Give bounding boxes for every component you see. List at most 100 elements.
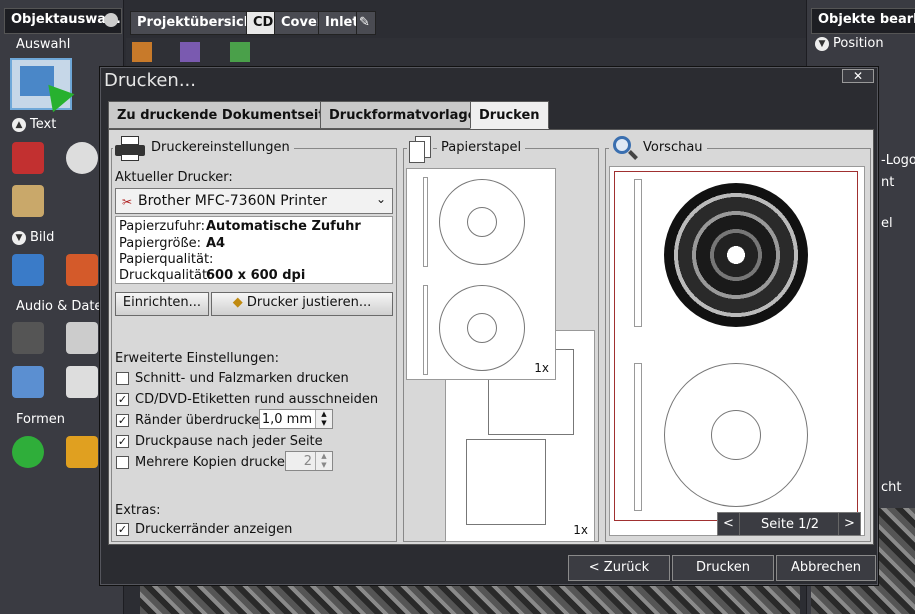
section-image[interactable]: ▼ Bild [12, 230, 54, 245]
tab-print-templates[interactable]: Druckformatvorlagen [320, 101, 495, 129]
sheet-2-count: 1x [573, 523, 588, 537]
preview-page [609, 166, 865, 536]
spin-arrows-icon[interactable]: ▲ ▼ [315, 410, 332, 428]
advanced-settings-title: Erweiterte Einstellungen: [115, 351, 279, 366]
shield-icon: ◆ [232, 295, 243, 310]
spin-arrows-icon[interactable]: ▲ ▼ [315, 452, 332, 470]
setup-button[interactable]: Einrichten... [115, 292, 209, 316]
copies-value: 2 [303, 454, 312, 469]
speech-bubble-shape-icon[interactable] [12, 436, 44, 468]
main-toolbar [126, 38, 806, 68]
paper-feed-label: Papierzufuhr: [119, 219, 206, 234]
headphones-icon[interactable] [12, 322, 44, 354]
section-audio: Audio & Datei [16, 299, 107, 314]
text-tool-icon[interactable] [12, 142, 44, 174]
paper-sheet-1[interactable]: 1x [406, 168, 556, 380]
print-quality-label: Druckqualität: [119, 268, 212, 283]
checkbox-crop-marks[interactable] [116, 372, 129, 385]
paper-feed-value: Automatische Zufuhr [206, 219, 361, 234]
new-tab-icon[interactable]: ✎ [356, 11, 376, 35]
add-object-icon[interactable] [230, 42, 250, 62]
paper-size-value: A4 [206, 236, 226, 251]
cd-label-image [664, 183, 808, 327]
sheet-1-strip-2 [423, 285, 428, 375]
edit-objects-header: Objekte bearbeit [811, 8, 915, 34]
calibrate-printer-button[interactable]: ◆ Drucker justieren... [211, 292, 393, 316]
paper-stack-title: Papierstapel [437, 140, 526, 155]
overprint-margins-label: Ränder überdrucken [135, 413, 268, 428]
print-tab-panel: Druckereinstellungen Aktueller Drucker: … [108, 129, 874, 545]
prev-page-button[interactable]: < [718, 513, 740, 535]
chevron-up-icon: ▲ [12, 117, 26, 132]
print-quality-value: 600 x 600 dpi [206, 268, 306, 283]
paper-quality-label: Papierqualität: [119, 252, 214, 267]
print-button[interactable]: Drucken [672, 555, 774, 581]
panel-pin-icon[interactable] [104, 13, 118, 27]
print-dialog: Drucken... ✕ Zu druckende Dokumentseiten… [99, 66, 879, 586]
multiple-copies-label: Mehrere Kopien drucken [135, 455, 294, 470]
margin-value: 1,0 mm [261, 412, 312, 427]
section-shapes: Formen [16, 412, 65, 427]
checkbox-overprint-margins[interactable]: ✓ [116, 414, 129, 427]
shapes-icon[interactable] [180, 42, 200, 62]
chevron-down-icon: ⌄ [375, 192, 386, 206]
image-tool-icon[interactable] [12, 254, 44, 286]
right-item-3: el [881, 216, 893, 231]
crop-marks-label: Schnitt- und Falzmarken drucken [135, 371, 349, 386]
close-icon[interactable]: ✕ [842, 69, 874, 83]
cd-outline-icon [664, 363, 808, 507]
cd-text-icon[interactable] [66, 142, 98, 174]
calibrate-label: Drucker justieren... [246, 295, 372, 310]
tab-print[interactable]: Drucken [470, 101, 549, 129]
right-item-4: cht [881, 480, 902, 495]
printer-icon [113, 134, 147, 162]
magnifier-icon [609, 134, 639, 164]
document-icon[interactable] [66, 366, 98, 398]
cd-outline-icon [439, 179, 525, 265]
printer-select[interactable]: ✂ Brother MFC-7360N Printer ⌄ [115, 188, 393, 214]
right-item-1: -Logo [881, 153, 915, 168]
round-cut-label: CD/DVD-Etiketten rund ausschneiden [135, 392, 379, 407]
tab-pages-to-print[interactable]: Zu druckende Dokumentseiten [108, 101, 352, 129]
object-selection-header[interactable]: Objektauswa... [4, 8, 122, 34]
extras-title: Extras: [115, 503, 161, 518]
back-button[interactable]: < Zurück [568, 555, 670, 581]
printer-settings-title: Druckereinstellungen [147, 140, 294, 155]
image-effects-icon[interactable] [66, 254, 98, 286]
cd-outline-icon [439, 285, 525, 371]
checkbox-show-printer-margins[interactable]: ✓ [116, 523, 129, 536]
audio-file-icon[interactable] [66, 322, 98, 354]
page-indicator: Seite 1/2 [760, 517, 819, 532]
selection-tool-button[interactable] [10, 58, 75, 113]
dialog-title: Drucken... [104, 70, 196, 91]
document-tabs: Projektübersicht CD Cover Inlet ✎ [126, 8, 806, 36]
copies-spinner[interactable]: 2 ▲ ▼ [285, 451, 333, 471]
preview-strip-1 [634, 179, 642, 327]
section-selection: Auswahl [16, 37, 71, 52]
sheet-1-strip-1 [423, 177, 428, 267]
show-printer-margins-label: Druckerränder anzeigen [135, 522, 293, 537]
sheet-1-count: 1x [534, 361, 549, 375]
checkbox-round-cut[interactable]: ✓ [116, 393, 129, 406]
stamp-icon[interactable] [12, 185, 44, 217]
arrows-shape-icon[interactable] [66, 436, 98, 468]
current-printer-label: Aktueller Drucker: [115, 170, 233, 185]
margin-spinner[interactable]: 1,0 mm ▲ ▼ [259, 409, 333, 429]
position-section[interactable]: ▼ Position [815, 36, 884, 51]
page-navigator: < Seite 1/2 > [717, 512, 861, 536]
position-label: Position [833, 36, 884, 51]
preview-strip-2 [634, 363, 642, 511]
chevron-down-icon: ▼ [815, 36, 829, 51]
next-page-button[interactable]: > [838, 513, 860, 535]
section-text[interactable]: ▲ Text [12, 117, 56, 132]
paint-icon[interactable] [132, 42, 152, 62]
tracklist-icon[interactable] [12, 366, 44, 398]
right-item-2: nt [881, 175, 895, 190]
printer-info-box: Papierzufuhr: Automatische Zufuhr Papier… [115, 216, 393, 284]
cancel-button[interactable]: Abbrechen [776, 555, 876, 581]
checkbox-multiple-copies[interactable] [116, 456, 129, 469]
section-image-label: Bild [30, 230, 55, 245]
sheet-2-label-rect-2 [466, 439, 546, 525]
chevron-down-icon: ▼ [12, 230, 26, 245]
checkbox-pause-after-page[interactable]: ✓ [116, 435, 129, 448]
